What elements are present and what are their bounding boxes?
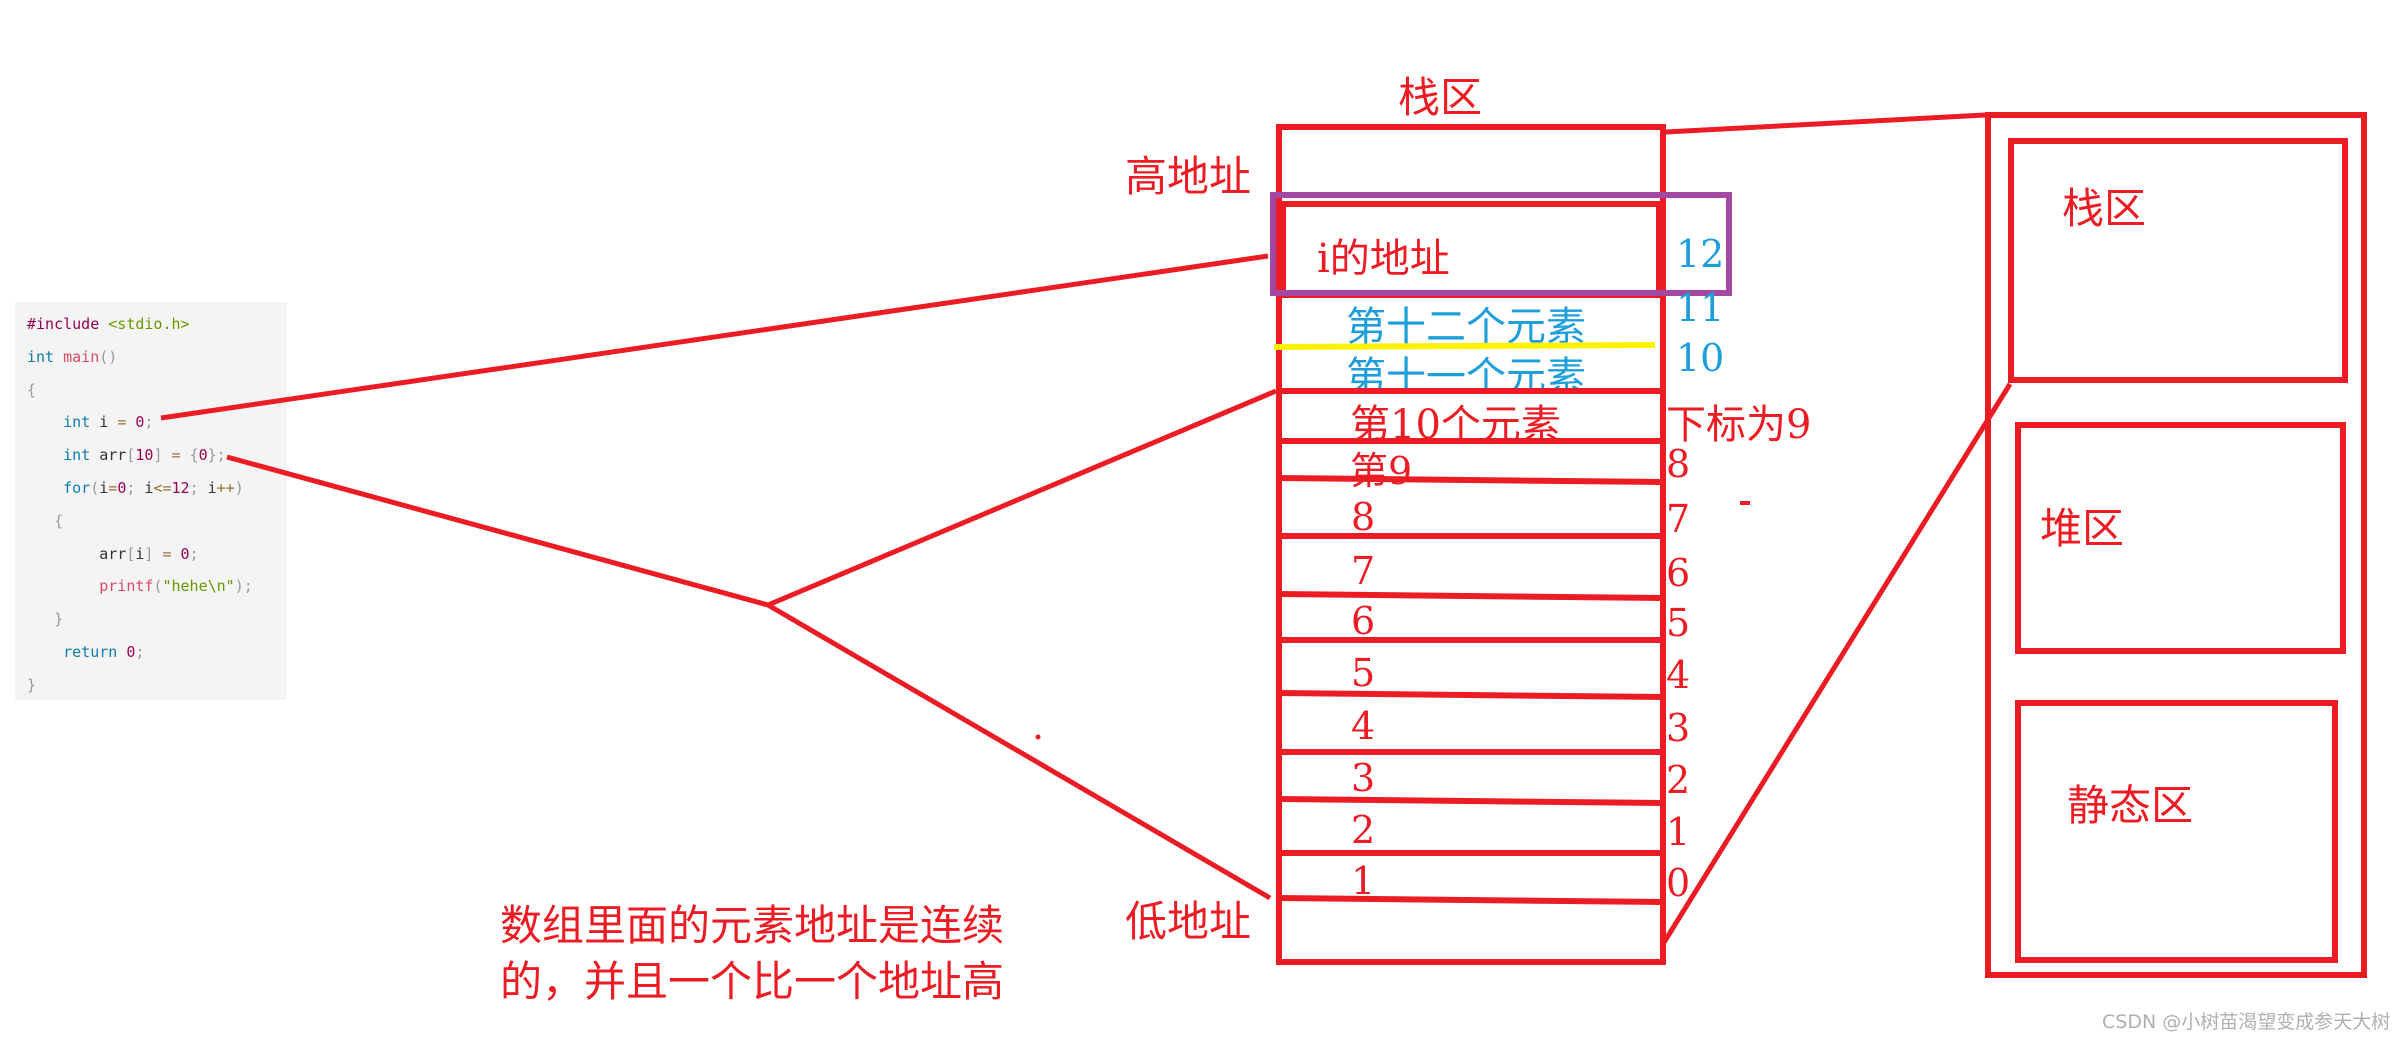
stray-dash [1740,501,1750,505]
array-row-divider [1278,796,1661,806]
stack-map-top-line [1665,112,1986,135]
arr-range-top-line [767,388,1277,608]
array-row-divider [1278,895,1661,905]
connector-lines [160,112,2013,946]
overflow-boundary-line [1273,342,1656,350]
array-row-divider [1278,591,1661,601]
arr-range-bottom-line [766,602,1272,901]
array-row-divider [1278,475,1661,485]
array-row-divider [1278,690,1661,700]
i-pointer-line [160,253,1269,421]
stack-map-bottom-line [1660,382,2013,946]
stray-dot [1035,734,1041,740]
arr-pointer-line [226,454,769,608]
